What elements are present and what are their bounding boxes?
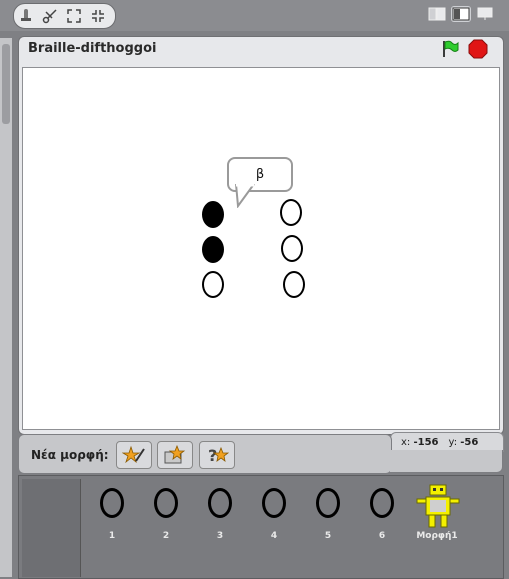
scripts-scrollbar[interactable] xyxy=(0,38,12,577)
stage-canvas[interactable] xyxy=(22,67,500,430)
view-mode-buttons xyxy=(427,6,495,22)
sprite-thumbnail-2[interactable] xyxy=(151,488,181,522)
braille-dot-2[interactable] xyxy=(202,236,224,263)
sprite-label: 5 xyxy=(324,531,332,541)
sprite-thumbnail-5[interactable] xyxy=(313,488,343,522)
sprite-thumbnail-3[interactable] xyxy=(205,488,235,522)
svg-text:?: ? xyxy=(208,446,217,465)
y-coordinate: y: -56 xyxy=(448,436,479,448)
shrink-icon[interactable] xyxy=(86,5,110,27)
scrollbar-thumb[interactable] xyxy=(2,44,10,124)
robot-sprite-icon xyxy=(416,484,460,528)
sprite-thumbnail-6[interactable] xyxy=(367,488,397,522)
braille-dot-3[interactable] xyxy=(202,271,224,298)
paint-sprite-button[interactable] xyxy=(116,441,152,469)
sprite-label: Μορφή1 xyxy=(416,531,458,541)
sprite-thumbnail-morfi1[interactable] xyxy=(416,483,460,529)
sprite-label: 4 xyxy=(270,531,278,541)
braille-dot-4[interactable] xyxy=(280,199,302,226)
scissors-icon[interactable] xyxy=(38,5,62,27)
mouse-coordinates: x: -156 y: -56 xyxy=(390,432,504,452)
random-sprite-icon: ? xyxy=(208,446,229,465)
x-coordinate: x: -156 xyxy=(401,436,439,448)
presentation-icon[interactable] xyxy=(475,6,495,22)
grow-icon[interactable] xyxy=(62,5,86,27)
green-flag-icon[interactable] xyxy=(440,39,460,59)
sprite-thumbnail-4[interactable] xyxy=(259,488,289,522)
sprite-label: 3 xyxy=(216,531,224,541)
sprite-list-sidebar xyxy=(22,479,81,577)
normal-stage-icon[interactable] xyxy=(451,6,471,22)
sprite-tools xyxy=(13,3,116,29)
choose-sprite-file-button[interactable] xyxy=(157,441,193,469)
braille-dot-6[interactable] xyxy=(283,271,305,298)
braille-dot-5[interactable] xyxy=(281,235,303,262)
sprite-label: 6 xyxy=(378,531,386,541)
new-sprite-bar-extension xyxy=(390,450,503,473)
braille-dot-1[interactable] xyxy=(202,201,224,228)
stop-sign-icon[interactable] xyxy=(468,39,488,59)
stamp-icon[interactable] xyxy=(14,5,38,27)
paint-sprite-icon xyxy=(122,445,145,464)
choose-sprite-file-icon xyxy=(164,445,186,464)
sprite-thumbnail-1[interactable] xyxy=(97,488,127,522)
new-sprite-label: Νέα μορφή: xyxy=(31,448,109,462)
sprite-label: 1 xyxy=(108,531,116,541)
small-stage-icon[interactable] xyxy=(427,6,447,22)
sprite-label: 2 xyxy=(162,531,170,541)
random-sprite-button[interactable]: ? xyxy=(199,441,235,469)
speech-bubble-tail xyxy=(235,184,255,208)
project-title: Braille-difthoggoi xyxy=(28,41,157,56)
